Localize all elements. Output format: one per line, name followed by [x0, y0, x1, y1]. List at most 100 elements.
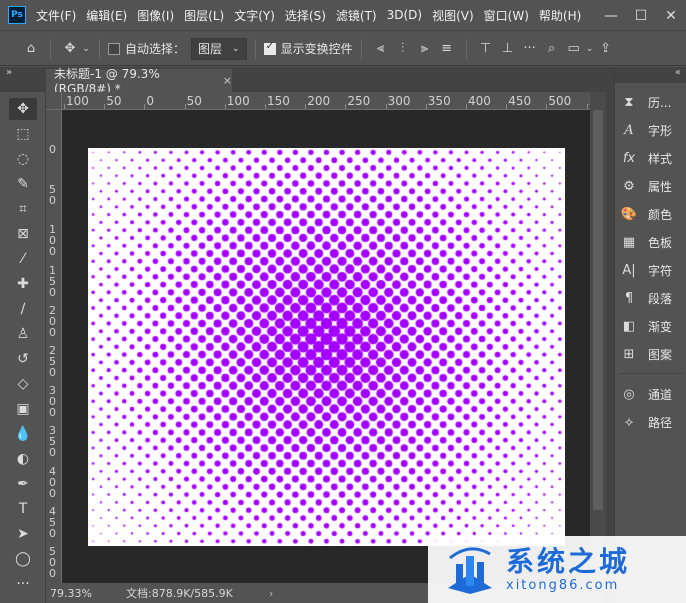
show-transform-checkbox[interactable]	[263, 41, 276, 55]
move-tool-icon[interactable]: ✥	[59, 41, 81, 56]
history-brush-tool-icon[interactable]: ↺	[9, 348, 37, 370]
gradient-tool-icon[interactable]: ▣	[9, 398, 37, 420]
menu-file[interactable]: 文件(F)	[36, 7, 76, 24]
ruler-tick-label: 4 5 0	[49, 504, 56, 540]
character-icon: A|	[622, 262, 636, 278]
type-tool-icon[interactable]: T	[9, 498, 37, 520]
brush-tool-icon[interactable]: ∕	[9, 298, 37, 320]
panel-paths[interactable]: ⟡ 路径	[615, 409, 686, 435]
align-center-icon[interactable]: ⫶	[392, 41, 414, 56]
glyphs-icon: A	[624, 122, 634, 138]
blur-tool-icon[interactable]: 💧	[9, 423, 37, 445]
menu-layer[interactable]: 图层(L)	[184, 7, 224, 24]
divider	[465, 38, 467, 59]
collapse-dock-icon[interactable]: «	[615, 67, 686, 83]
panel-label: 通道	[648, 387, 673, 402]
panel-swatches[interactable]: ▦ 色板	[615, 229, 686, 255]
healing-brush-tool-icon[interactable]: ✚	[9, 273, 37, 295]
collapse-toolbar-icon[interactable]: »	[6, 67, 12, 78]
menu-type[interactable]: 文字(Y)	[234, 7, 275, 24]
document-tab[interactable]: 未标题-1 @ 79.3%(RGB/8#) * ×	[46, 67, 232, 96]
ruler-tick-label: 5 0	[49, 183, 56, 208]
move-tool-icon[interactable]: ✥	[9, 98, 37, 120]
distribute-icon[interactable]: ≡	[436, 41, 458, 56]
dodge-tool-icon[interactable]: ◐	[9, 448, 37, 470]
panel-character[interactable]: A| 字符	[615, 257, 686, 283]
halftone-pattern-image	[88, 148, 565, 546]
panel-gradient[interactable]: ◧ 渐变	[615, 313, 686, 339]
marquee-tool-icon[interactable]: ⬚	[9, 123, 37, 145]
workspace-icon[interactable]: ▭	[563, 41, 585, 56]
panel-pattern[interactable]: ⊞ 图案	[615, 341, 686, 367]
ellipse-tool-icon[interactable]: ◯	[9, 548, 37, 570]
vertical-ruler: 0 5 0 1 0 0 1 5 0 2 0 0 2 5 0 3 0 0 3 5 0 4 0 0 4…	[46, 110, 62, 583]
zoom-level-field[interactable]: 79.33%	[46, 587, 106, 600]
layer-select-dropdown[interactable]: 图层 ⌄	[191, 37, 247, 60]
ruler-tick	[385, 104, 387, 109]
menu-select[interactable]: 选择(S)	[285, 7, 326, 24]
pasteboard[interactable]	[62, 110, 590, 583]
panel-paragraph[interactable]: ¶ 段落	[615, 285, 686, 311]
panel-channels[interactable]: ◎ 通道	[615, 381, 686, 407]
menu-filter[interactable]: 滤镜(T)	[336, 7, 377, 24]
horizontal-ruler: 1005005010015020025030035040045050055060…	[62, 92, 590, 110]
panel-glyphs[interactable]: A 字形	[615, 117, 686, 143]
chevron-down-icon[interactable]: ⌄	[585, 44, 595, 54]
auto-select-checkbox[interactable]	[108, 42, 120, 55]
share-icon[interactable]: ⇪	[595, 41, 617, 56]
ruler-tick	[144, 104, 146, 109]
panel-label: 段落	[648, 291, 673, 306]
scrollbar-thumb[interactable]	[593, 110, 603, 510]
align-left-icon[interactable]: ⫷	[370, 41, 392, 56]
path-selection-tool-icon[interactable]: ➤	[9, 523, 37, 545]
ruler-origin[interactable]	[46, 92, 62, 110]
lasso-tool-icon[interactable]: ◌	[9, 148, 37, 170]
align-top-icon[interactable]: ⊤	[475, 41, 497, 56]
maximize-button[interactable]: ☐	[626, 0, 656, 31]
align-right-icon[interactable]: ⫸	[414, 41, 436, 56]
menu-3d[interactable]: 3D(D)	[387, 8, 422, 22]
ruler-tick	[546, 104, 548, 109]
search-icon[interactable]: ⌕	[541, 41, 563, 56]
close-tab-icon[interactable]: ×	[223, 74, 232, 87]
crop-tool-icon[interactable]: ⌗	[9, 198, 37, 220]
watermark-title: 系统之城	[506, 545, 631, 578]
panel-styles[interactable]: fx 样式	[615, 145, 686, 171]
chevron-down-icon: ⌄	[232, 43, 240, 54]
eraser-tool-icon[interactable]: ◇	[9, 373, 37, 395]
ruler-tick-label: 150	[267, 94, 290, 108]
ruler-tick-label: 50	[186, 94, 202, 108]
panel-label: 样式	[648, 151, 673, 166]
minimize-button[interactable]: —	[596, 0, 626, 31]
home-icon[interactable]: ⌂	[20, 41, 42, 56]
show-transform-label: 显示变换控件	[280, 42, 353, 56]
panel-gutter	[606, 67, 614, 603]
document-tab-strip: » 未标题-1 @ 79.3%(RGB/8#) * ×	[0, 67, 606, 96]
pattern-icon: ⊞	[623, 346, 635, 362]
panel-color[interactable]: 🎨 颜色	[615, 201, 686, 227]
quick-select-tool-icon[interactable]: ✎	[9, 173, 37, 195]
frame-tool-icon[interactable]: ⊠	[9, 223, 37, 245]
more-tools-icon[interactable]: ···	[9, 573, 37, 595]
menu-help[interactable]: 帮助(H)	[539, 7, 581, 24]
document-canvas[interactable]	[88, 148, 565, 546]
menu-view[interactable]: 视图(V)	[432, 7, 474, 24]
menu-image[interactable]: 图像(I)	[137, 7, 174, 24]
pen-tool-icon[interactable]: ✒	[9, 473, 37, 495]
eyedropper-tool-icon[interactable]: ⁄	[9, 248, 37, 270]
align-middle-icon[interactable]: ⊥	[497, 41, 519, 56]
window-controls: — ☐ ✕	[596, 0, 686, 31]
chevron-down-icon[interactable]: ⌄	[81, 44, 91, 54]
menu-edit[interactable]: 编辑(E)	[86, 7, 127, 24]
clone-stamp-tool-icon[interactable]: ♙	[9, 323, 37, 345]
panel-label: 色板	[648, 235, 673, 250]
status-menu-arrow[interactable]: ›	[269, 587, 273, 600]
menu-window[interactable]: 窗口(W)	[484, 7, 529, 24]
vertical-scrollbar[interactable]	[590, 92, 606, 583]
panel-properties[interactable]: ⚙ 属性	[615, 173, 686, 199]
panel-history[interactable]: ⧗ 历...	[615, 89, 686, 115]
watermark-logo	[448, 546, 492, 594]
more-icon[interactable]: ···	[519, 41, 541, 56]
paragraph-icon: ¶	[624, 290, 634, 306]
close-button[interactable]: ✕	[656, 0, 686, 31]
